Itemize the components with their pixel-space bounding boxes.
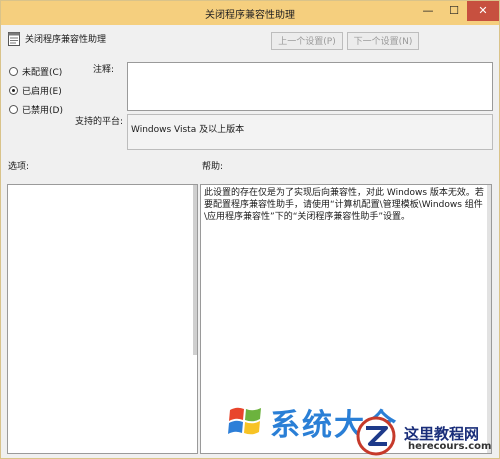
help-scrollbar[interactable] (487, 185, 491, 453)
radio-not-configured[interactable]: 未配置(C) (9, 65, 62, 78)
minimize-button[interactable]: — (415, 1, 441, 21)
options-label: 选项: (8, 162, 30, 172)
radio-disabled[interactable]: 已禁用(D) (9, 103, 63, 116)
help-text: 此设置的存在仅是为了实现后向兼容性，对此 Windows 版本无效。若要配置程序… (204, 188, 484, 222)
radio-button-icon[interactable] (9, 67, 18, 76)
supported-platform-value: Windows Vista 及以上版本 (131, 125, 245, 135)
comment-textarea[interactable] (127, 62, 493, 111)
next-setting-button[interactable]: 下一个设置(N) (347, 32, 419, 50)
radio-button-icon[interactable] (9, 105, 18, 114)
options-pane[interactable] (7, 184, 198, 454)
policy-setting-icon (8, 32, 20, 46)
help-label: 帮助: (202, 162, 224, 172)
radio-label: 已启用(E) (22, 87, 62, 97)
title-bar[interactable]: 关闭程序兼容性助理 — ☐ ✕ (1, 1, 499, 25)
comment-label: 注释: (93, 65, 115, 75)
windows-flag-logo (228, 407, 261, 435)
site-logo (356, 416, 396, 456)
setting-name: 关闭程序兼容性助理 (25, 35, 107, 45)
previous-setting-button[interactable]: 上一个设置(P) (271, 32, 343, 50)
radio-label: 未配置(C) (22, 68, 63, 78)
watermark-site-url: herecours.com (408, 441, 492, 452)
close-button[interactable]: ✕ (467, 1, 499, 21)
supported-platform-field: Windows Vista 及以上版本 (127, 114, 493, 150)
maximize-button[interactable]: ☐ (441, 1, 467, 21)
radio-label: 已禁用(D) (22, 106, 63, 116)
supported-platform-label: 支持的平台: (75, 117, 124, 127)
options-scrollbar[interactable] (193, 185, 197, 355)
radio-button-selected-icon[interactable] (9, 86, 18, 95)
group-policy-window: 关闭程序兼容性助理 — ☐ ✕ 关闭程序兼容性助理 上一个设置(P) 下一个设置… (0, 0, 500, 459)
radio-enabled[interactable]: 已启用(E) (9, 84, 62, 97)
